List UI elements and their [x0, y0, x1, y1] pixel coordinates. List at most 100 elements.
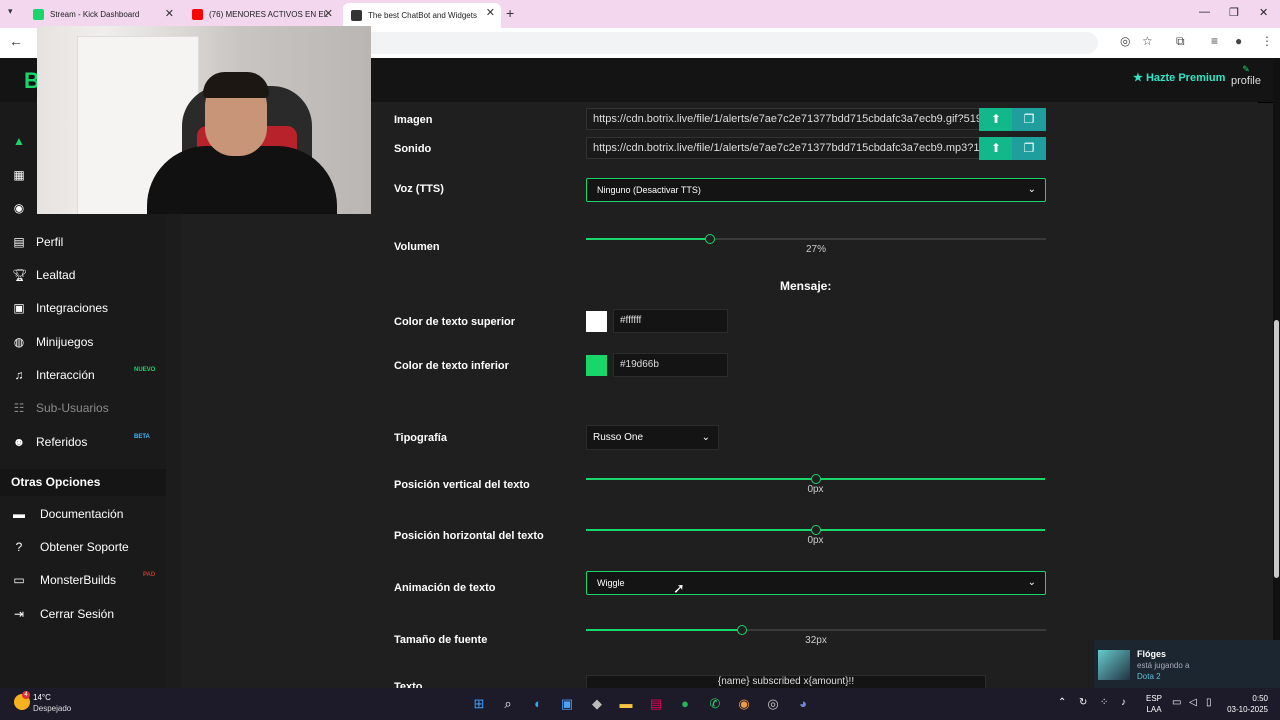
obs-icon[interactable]: ◎ [764, 695, 782, 713]
upload-imagen-button[interactable]: ⬆ [979, 108, 1013, 131]
media-icon[interactable]: ≡ [1211, 34, 1218, 48]
gallery-icon: ❐ [1023, 112, 1035, 126]
menu-icon[interactable]: ⋮ [1261, 34, 1273, 48]
sidebar-item-documentacion[interactable]: ▬ Documentación [12, 507, 123, 521]
extensions-icon[interactable]: ⧉ [1176, 34, 1185, 49]
alert-icon[interactable]: ▲ [12, 134, 36, 148]
store-icon[interactable]: ▣ [558, 695, 576, 713]
sidebar-item-sub-usuarios[interactable]: ☷ Sub-Usuarios [12, 401, 109, 415]
photo-icon[interactable]: ▤ [647, 695, 665, 713]
tab-botrix[interactable]: The best ChatBot and Widgets ✕ [343, 3, 501, 28]
slider-thumb[interactable] [810, 474, 821, 484]
sidebar-item-referidos[interactable]: ☻ Referidos [12, 435, 88, 449]
close-tab-icon[interactable]: ✕ [486, 6, 495, 19]
lang-bottom: LAA [1146, 705, 1162, 714]
volume-icon[interactable]: ◁ [1189, 697, 1197, 708]
whatsapp-icon[interactable]: ✆ [706, 695, 724, 713]
sync-icon[interactable]: ↻ [1079, 697, 1087, 708]
library-sonido-button[interactable]: ❐ [1012, 137, 1046, 160]
slider-value: 27% [805, 244, 826, 255]
monitor-icon: ▭ [13, 573, 25, 587]
browser-tab-bar: ▾ Stream - Kick Dashboard ✕ (76) MENORES… [0, 0, 1280, 28]
spotify-icon[interactable]: ● [676, 695, 694, 713]
sidebar-item-minijuegos[interactable]: ◍ Minijuegos [12, 335, 94, 349]
clock-date: 03-10-2025 [1227, 705, 1268, 714]
bot-icon[interactable]: ◉ [12, 201, 36, 215]
sidebar-item-cerrar-sesion[interactable]: ⇥ Cerrar Sesión [12, 607, 114, 621]
discord-icon[interactable]: ◕ [794, 695, 812, 713]
pos-horizontal-label: Posición horizontal del texto [394, 530, 544, 542]
color-superior-swatch[interactable] [586, 311, 607, 332]
sidebar-item-perfil[interactable]: ▤ Perfil [12, 235, 63, 249]
premium-button[interactable]: ★ Hazte Premium [1133, 71, 1225, 84]
volumen-label: Volumen [394, 241, 440, 253]
network-icon[interactable]: ▭ [1172, 697, 1181, 708]
tab-search-icon[interactable]: ▾ [8, 6, 13, 17]
tamano-label: Tamaño de fuente [394, 634, 488, 646]
trophy-icon: 🏆︎ [12, 268, 28, 282]
game-notification[interactable]: Flóges está jugando a Dota 2 [1094, 640, 1280, 688]
voz-select[interactable]: Ninguno (Desactivar TTS) ⌄ [586, 178, 1046, 202]
slider-thumb[interactable] [810, 525, 821, 535]
sidebar-item-label: Referidos [36, 435, 88, 449]
music-icon: ♫ [14, 368, 24, 382]
library-imagen-button[interactable]: ❐ [1012, 108, 1046, 131]
imagen-label: Imagen [394, 114, 433, 126]
scrollbar-thumb[interactable] [1274, 320, 1279, 578]
weather-badge: 4 [22, 691, 30, 699]
battery-icon[interactable]: ▯ [1206, 697, 1212, 708]
sidebar-item-soporte[interactable]: ? Obtener Soporte [12, 540, 129, 554]
sidebar-item-monsterbuilds[interactable]: ▭ MonsterBuilds [12, 573, 116, 587]
mic-icon[interactable]: ♪ [1121, 697, 1126, 708]
edge-icon[interactable]: ◐ [529, 695, 547, 713]
profile-button[interactable]: ✎ profile [1231, 64, 1261, 87]
app-icon[interactable]: ◆ [588, 695, 606, 713]
tab-title: The best ChatBot and Widgets [368, 11, 477, 20]
restore-icon[interactable]: ❐ [1229, 6, 1239, 19]
color-superior-input[interactable]: #ffffff [613, 309, 728, 333]
sidebar-item-integraciones[interactable]: ▣ Integraciones [12, 301, 108, 315]
sidebar-item-lealtad[interactable]: 🏆︎ Lealtad [12, 268, 75, 282]
chrome-icon[interactable]: ◉ [735, 695, 753, 713]
minimize-icon[interactable]: — [1199, 6, 1210, 18]
grid-icon[interactable]: ⁘ [1100, 697, 1108, 708]
sidebar-item-interaccion[interactable]: ♫ Interacción [12, 368, 95, 382]
eye-off-icon[interactable]: ◎ [1120, 34, 1130, 48]
color-inferior-swatch[interactable] [586, 355, 607, 376]
avatar[interactable]: ● [1235, 34, 1242, 48]
tray-chevron-icon[interactable]: ⌃ [1058, 697, 1066, 708]
chevron-down-icon: ⌄ [1027, 184, 1036, 195]
back-button[interactable]: ← [9, 33, 23, 49]
tab-youtube[interactable]: (76) MENORES ACTIVOS EN EL ✕ [184, 4, 339, 24]
imagen-url-input[interactable]: https://cdn.botrix.live/file/1/alerts/e7… [586, 108, 980, 130]
animacion-label: Animación de texto [394, 582, 496, 594]
upload-sonido-button[interactable]: ⬆ [979, 137, 1013, 160]
search-icon[interactable]: ⌕ [499, 695, 517, 713]
slider-fill [586, 238, 711, 240]
dashboard-icon[interactable]: ▦ [12, 168, 36, 182]
sidebar-item-label: Integraciones [36, 301, 109, 315]
language-indicator[interactable]: ESP LAA [1146, 693, 1162, 715]
sidebar-item-label: Perfil [36, 235, 64, 249]
sidebar-item-label: Minijuegos [36, 335, 94, 349]
sonido-url-input[interactable]: https://cdn.botrix.live/file/1/alerts/e7… [586, 137, 980, 159]
mouse-cursor-icon: ➚ [673, 580, 685, 596]
star-icon[interactable]: ☆ [1142, 34, 1153, 48]
new-tab-button[interactable]: + [506, 5, 514, 21]
upload-icon: ⬆ [990, 112, 1002, 126]
close-window-icon[interactable]: ✕ [1259, 6, 1268, 19]
sidebar-item-label: Obtener Soporte [40, 540, 129, 554]
notification-status: está jugando a [1137, 661, 1190, 670]
folder-icon[interactable]: ▬ [617, 695, 635, 713]
color-inferior-input[interactable]: #19d66b [613, 353, 728, 377]
close-tab-icon[interactable]: ✕ [324, 7, 333, 20]
animacion-select[interactable]: Wiggle ⌄ [586, 571, 1046, 595]
start-icon[interactable]: ⊞ [470, 695, 488, 713]
lang-top: ESP [1146, 694, 1163, 703]
url-input[interactable] [330, 32, 1098, 54]
tipografia-select[interactable]: Russo One ⌄ [586, 425, 719, 450]
clock[interactable]: 0:50 03-10-2025 [1224, 693, 1268, 715]
tab-kick-dashboard[interactable]: Stream - Kick Dashboard ✕ [25, 4, 180, 24]
close-tab-icon[interactable]: ✕ [165, 7, 174, 20]
texto-input[interactable]: {name} subscribed x{amount}!! [586, 675, 986, 689]
